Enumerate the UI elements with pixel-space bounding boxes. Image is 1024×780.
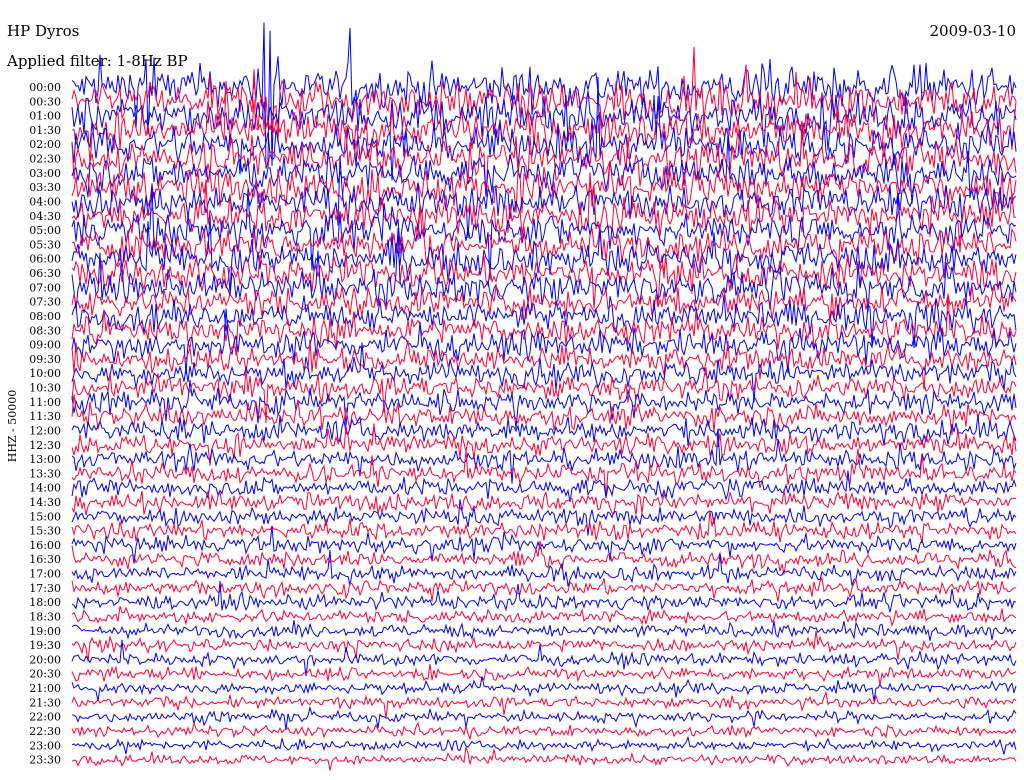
row-time-label: 03:30 — [29, 181, 61, 194]
row-time-label: 05:30 — [29, 238, 61, 251]
row-time-label: 07:00 — [29, 281, 61, 294]
row-time-label: 20:30 — [29, 668, 61, 681]
row-time-label: 15:30 — [29, 525, 61, 538]
row-time-label: 16:30 — [29, 553, 61, 566]
row-time-label: 21:30 — [29, 696, 61, 709]
row-time-label: 05:00 — [29, 224, 61, 237]
row-time-label: 23:00 — [29, 739, 61, 752]
row-time-label: 00:00 — [29, 81, 61, 94]
row-time-label: 08:30 — [29, 324, 61, 337]
row-time-label: 02:00 — [29, 138, 61, 151]
row-time-label: 18:00 — [29, 596, 61, 609]
row-time-label: 16:00 — [29, 539, 61, 552]
row-time-label: 03:00 — [29, 167, 61, 180]
row-time-label: 09:00 — [29, 339, 61, 352]
row-time-label: 14:30 — [29, 496, 61, 509]
station-title: HP Dyros — [7, 22, 79, 40]
row-label-group: 00:0000:30 01:0001:3002:00 02:3003:0003:30… — [29, 81, 61, 767]
row-time-label: 17:00 — [29, 568, 61, 581]
row-time-label: 04:30 — [29, 210, 61, 223]
row-time-label: 14:00 — [29, 482, 61, 495]
row-time-label: 13:30 — [29, 467, 61, 480]
row-time-label: 21:00 — [29, 682, 61, 695]
row-time-label: 10:30 — [29, 382, 61, 395]
row-time-label: 12:00 — [29, 424, 61, 437]
row-time-label: 19:30 — [29, 639, 61, 652]
y-axis-label: HHZ - 50000 — [6, 390, 19, 463]
row-time-label: 00:30 — [29, 95, 61, 108]
row-time-label: 06:00 — [29, 253, 61, 266]
row-time-label: 09:30 — [29, 353, 61, 366]
row-time-label: 17:30 — [29, 582, 61, 595]
row-time-label: 22:00 — [29, 711, 61, 724]
row-time-label: 06:30 — [29, 267, 61, 280]
row-time-label: 13:00 — [29, 453, 61, 466]
row-time-label: 10:00 — [29, 367, 61, 380]
row-time-label: 11:00 — [29, 396, 61, 409]
row-time-label: 22:30 — [29, 725, 61, 738]
row-time-label: 07:30 — [29, 296, 61, 309]
row-time-label: 02:30 — [29, 153, 61, 166]
row-time-label: 18:30 — [29, 611, 61, 624]
row-time-label: 20:00 — [29, 653, 61, 666]
row-time-label: 04:00 — [29, 196, 61, 209]
row-time-label: 08:00 — [29, 310, 61, 323]
row-time-label: 11:30 — [29, 410, 61, 423]
row-time-label: 15:00 — [29, 510, 61, 523]
row-time-label: 23:30 — [29, 754, 61, 767]
filter-label: Applied filter: 1-8Hz BP — [6, 52, 188, 70]
helicorder-chart: 00:0000:30 01:0001:3002:00 02:3003:0003:30… — [0, 0, 1024, 780]
row-time-label: 01:30 — [29, 124, 61, 137]
date-label: 2009-03-10 — [930, 22, 1016, 40]
row-time-label: 01:00 — [29, 110, 61, 123]
row-time-label: 12:30 — [29, 439, 61, 452]
row-time-label: 19:00 — [29, 625, 61, 638]
